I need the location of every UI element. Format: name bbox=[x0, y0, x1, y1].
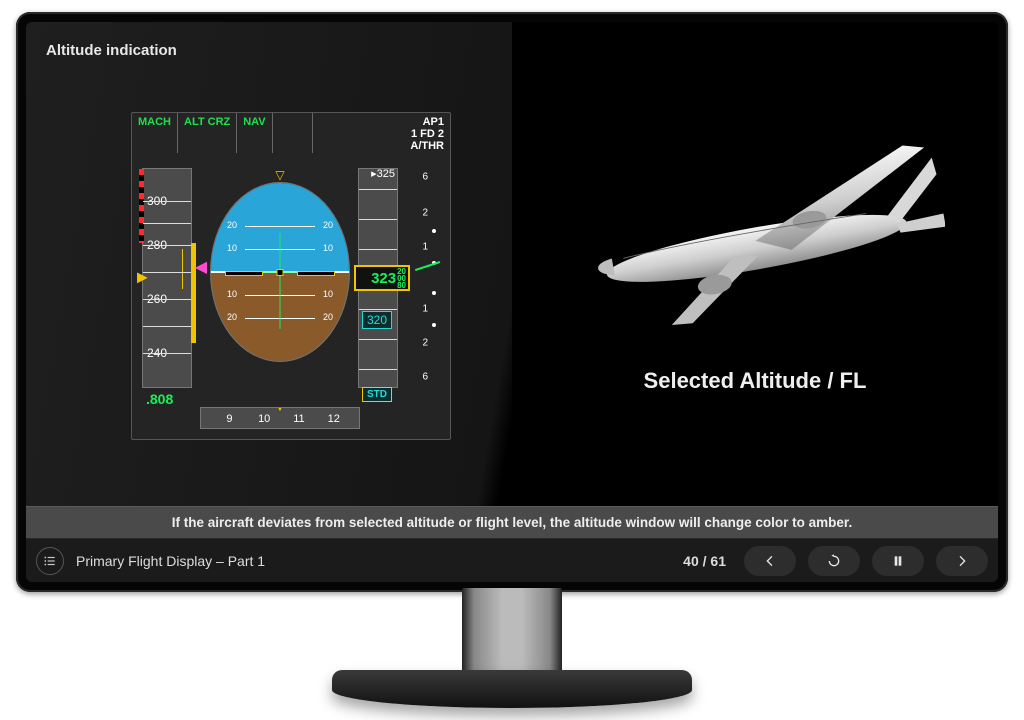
airspeed-index-icon: ▶ bbox=[137, 269, 148, 286]
right-pane-caption: Selected Altitude / FL bbox=[644, 368, 867, 394]
pause-button[interactable] bbox=[872, 546, 924, 576]
fma-ap: AP1 bbox=[410, 116, 444, 128]
selected-speed-bug-icon: ◀ bbox=[195, 257, 207, 277]
chevron-left-icon bbox=[762, 553, 778, 569]
caption-bar: If the aircraft deviates from selected a… bbox=[26, 506, 998, 538]
slide-title: Altitude indication bbox=[46, 42, 177, 59]
pause-icon bbox=[890, 553, 906, 569]
pfd-panel: MACH ALT CRZ NAV AP1 1 FD 2 A/THR bbox=[131, 112, 451, 440]
monitor-frame: Altitude indication MACH ALT CRZ NAV AP1… bbox=[16, 12, 1008, 592]
heading-pointer-icon: ▼ bbox=[274, 407, 286, 414]
pitch-10d: 10 bbox=[227, 289, 237, 299]
menu-button[interactable] bbox=[36, 547, 64, 575]
fma-mach: MACH bbox=[138, 116, 171, 128]
chevron-right-icon bbox=[954, 553, 970, 569]
player-bar: Primary Flight Display – Part 1 40 / 61 bbox=[26, 538, 998, 582]
altitude-readout: 323 bbox=[371, 270, 396, 287]
list-icon bbox=[43, 554, 57, 568]
pitch-10u: 10 bbox=[227, 243, 237, 253]
fma-altcrz: ALT CRZ bbox=[184, 116, 230, 128]
fma-athr: A/THR bbox=[410, 140, 444, 152]
replay-icon bbox=[826, 553, 842, 569]
selected-altitude-readout: 320 bbox=[362, 311, 392, 329]
fma-row: MACH ALT CRZ NAV AP1 1 FD 2 A/THR bbox=[132, 113, 450, 153]
monitor-neck bbox=[462, 588, 562, 680]
replay-button[interactable] bbox=[808, 546, 860, 576]
monitor-base bbox=[332, 670, 692, 708]
bank-pointer-icon: ▽ bbox=[275, 168, 284, 182]
fma-nav: NAV bbox=[243, 116, 265, 128]
baro-std-box: STD bbox=[362, 387, 392, 402]
attitude-indicator: ▽ 2020 1010 1010 2020 bbox=[210, 168, 350, 388]
fma-fd: 1 FD 2 bbox=[410, 128, 444, 140]
lesson-title: Primary Flight Display – Part 1 bbox=[76, 553, 265, 569]
altitude-window: 323 20 00 80 bbox=[354, 265, 410, 291]
heading-strip: ▼ 9 10 11 12 bbox=[200, 407, 360, 429]
aircraft-illustration bbox=[565, 134, 945, 344]
training-screen: Altitude indication MACH ALT CRZ NAV AP1… bbox=[26, 22, 998, 582]
pitch-20u: 20 bbox=[227, 220, 237, 230]
vertical-speed-scale: 6 2 1 1 2 6 bbox=[412, 173, 442, 383]
pitch-20d: 20 bbox=[227, 312, 237, 322]
previous-button[interactable] bbox=[744, 546, 796, 576]
mach-readout: .808 bbox=[146, 391, 173, 407]
aircraft-symbol bbox=[225, 267, 335, 277]
vs-needle-icon bbox=[415, 261, 440, 271]
airspeed-tape: 300 280 260 240 ◀ ▶ bbox=[142, 168, 192, 388]
next-button[interactable] bbox=[936, 546, 988, 576]
flight-director-vertical bbox=[280, 233, 281, 329]
page-counter: 40 / 61 bbox=[683, 553, 726, 569]
